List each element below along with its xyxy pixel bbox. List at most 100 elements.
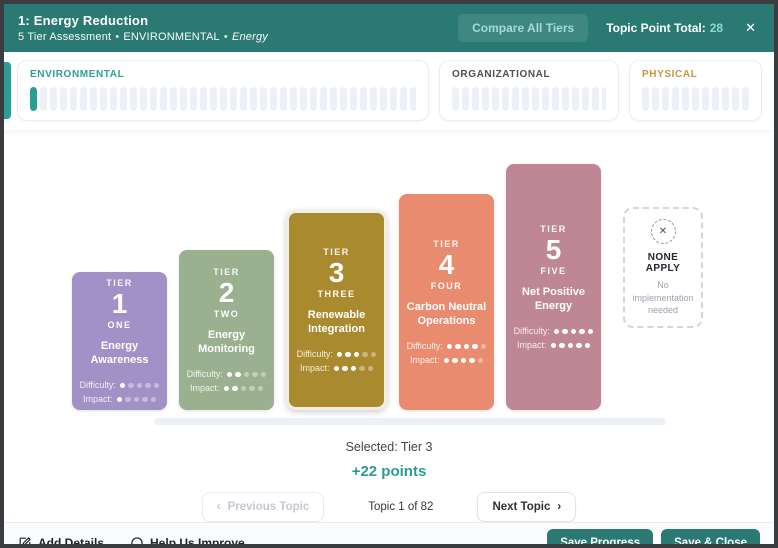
rating-dots [227,372,267,378]
modal-header: 1: Energy Reduction 5 Tier Assessment • EN… [4,4,774,52]
main-content: TIER1ONEEnergy AwarenessDifficulty:Impac… [4,130,774,522]
progress-segment [582,87,589,111]
progress-segment [722,87,729,111]
dot-filled [554,329,560,335]
dot-empty [241,386,247,392]
impact-rating: Impact: [83,394,156,404]
dot-empty [261,372,267,378]
dot-filled [444,358,450,364]
progress-segment [360,87,367,111]
progress-segment [522,87,529,111]
tier-card-4[interactable]: TIER4FOURCarbon Neutral OperationsDiffic… [399,194,494,410]
tier-card-1[interactable]: TIER1ONEEnergy AwarenessDifficulty:Impac… [72,272,167,410]
progress-segment [340,87,347,111]
progress-segment [270,87,277,111]
save-and-close-button[interactable]: Save & Close [661,529,760,548]
chevron-right-icon: › [557,501,561,513]
tier-number: 5 [546,234,562,266]
dot-filled [455,344,461,350]
topic-navigation: ‹ Previous Topic Topic 1 of 82 Next Topi… [4,492,774,522]
tier-caption: TIER [106,278,133,288]
dot-filled [235,372,241,378]
none-apply-title: NONE APPLY [630,252,696,274]
progress-segment [552,87,559,111]
compare-all-tiers-button[interactable]: Compare All Tiers [458,14,588,42]
category-card-organizational[interactable]: ORGANIZATIONAL [439,60,619,121]
next-topic-button[interactable]: Next Topic › [477,492,576,522]
progress-segment [220,87,227,111]
progress-segment [712,87,719,111]
breadcrumb-category: ENVIRONMENTAL [123,31,220,43]
progress-segment [462,87,469,111]
progress-segment [482,87,489,111]
tier-number: 1 [112,288,128,320]
dot-filled [227,372,233,378]
progress-segment [350,87,357,111]
progress-segment [240,87,247,111]
category-label: ENVIRONMENTAL [30,69,416,80]
progress-segment [320,87,327,111]
page-title: 1: Energy Reduction [18,13,268,28]
progress-segment [390,87,397,111]
tier-card-2[interactable]: TIER2TWOEnergy MonitoringDifficulty:Impa… [179,250,274,410]
dot-filled [447,344,453,350]
tier-card-3[interactable]: TIER3THREERenewable IntegrationDifficult… [286,210,387,410]
dot-filled [337,352,343,358]
progress-segment [370,87,377,111]
dot-empty [362,352,368,358]
rating-label: Difficulty: [407,341,443,351]
dot-empty [249,386,255,392]
dot-filled [469,358,475,364]
add-details-button[interactable]: Add Details [18,536,104,548]
dot-filled [562,329,568,335]
dot-filled [351,366,357,372]
tier-card-5[interactable]: TIER5FIVENet Positive EnergyDifficulty:I… [506,164,601,410]
close-icon[interactable]: ✕ [741,18,760,38]
breadcrumb-assessment: 5 Tier Assessment [18,31,111,43]
category-card-environmental[interactable]: ENVIRONMENTAL [17,60,429,121]
dot-empty [134,397,140,403]
category-label: ORGANIZATIONAL [452,69,606,80]
progress-segment [732,87,739,111]
help-us-improve-button[interactable]: Help Us Improve [130,536,245,548]
next-topic-label: Next Topic [492,501,550,513]
progress-segment [702,87,709,111]
topic-point-total: Topic Point Total:28 [606,21,723,35]
breadcrumb-separator: • [224,31,228,43]
save-progress-button[interactable]: Save Progress [547,529,653,548]
progress-segment [742,87,749,111]
category-card-physical[interactable]: PHYSICAL [629,60,762,121]
dot-empty [478,358,484,364]
tier-word: THREE [317,289,355,299]
progress-segment [60,87,67,111]
progress-segment [50,87,57,111]
rating-dots [554,329,594,335]
dot-empty [244,372,250,378]
dot-empty [137,383,143,389]
none-apply-option[interactable]: ✕ NONE APPLY No implementation needed [623,207,703,328]
progress-segment [682,87,689,111]
tier-word: FOUR [431,281,463,291]
rating-dots [224,386,264,392]
tier-word: ONE [107,320,131,330]
dot-empty [371,352,377,358]
selected-tier-text: Selected: Tier 3 [4,440,774,454]
dot-filled [452,358,458,364]
tier-caption: TIER [433,239,460,249]
rating-label: Impact: [190,383,220,393]
progress-segment [120,87,127,111]
x-glyph: ✕ [659,226,667,237]
dot-empty [359,366,365,372]
tier-name: Energy Awareness [77,339,162,368]
progress-segment [70,87,77,111]
progress-segment [642,87,649,111]
progress-segment [200,87,207,111]
progress-segment [110,87,117,111]
progress-segment [452,87,459,111]
previous-topic-button[interactable]: ‹ Previous Topic [202,492,324,522]
dot-filled [354,352,360,358]
horizontal-scrollbar[interactable] [154,418,666,425]
tier-name: Energy Monitoring [184,328,269,357]
dot-filled [571,329,577,335]
previous-topic-label: Previous Topic [228,501,310,513]
